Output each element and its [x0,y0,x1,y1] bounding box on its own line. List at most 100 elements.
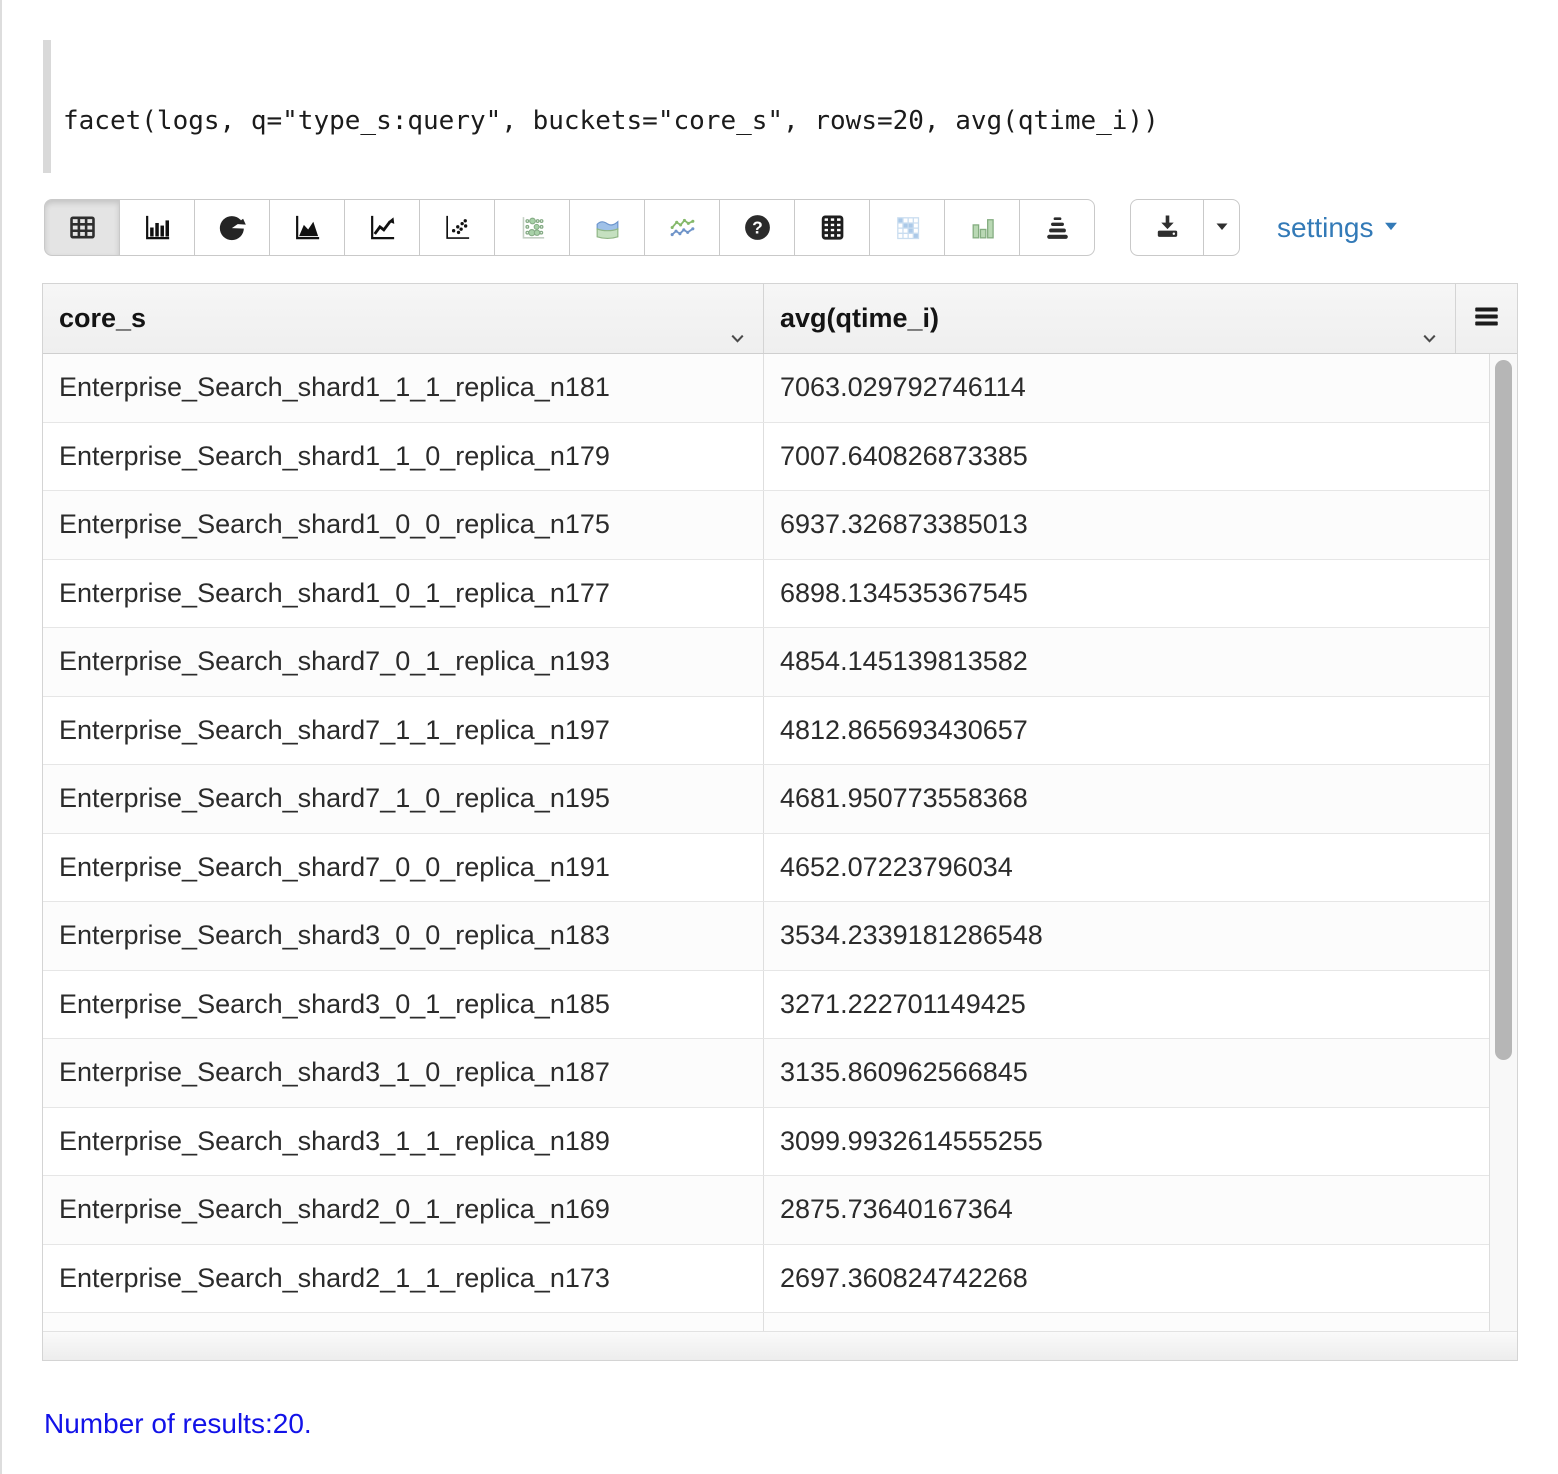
cell-avg_qtime_i: 6937.326873385013 [764,491,1489,559]
cell-core_s: Enterprise_Search_shard1_1_1_replica_n18… [43,354,764,422]
scrollbar-thumb[interactable] [1495,360,1512,1060]
cell-avg_qtime_i: 2875.73640167364 [764,1176,1489,1244]
table-row [43,1313,1489,1331]
settings-toggle[interactable]: settings [1277,212,1402,244]
table-row: Enterprise_Search_shard1_1_1_replica_n18… [43,354,1489,423]
chart-button-pie-chart[interactable] [194,199,270,256]
cell-core_s: Enterprise_Search_shard7_0_0_replica_n19… [43,834,764,902]
chart-button-line-chart[interactable] [344,199,420,256]
cell-core_s: Enterprise_Search_shard7_0_1_replica_n19… [43,628,764,696]
chart-button-funnel[interactable] [1019,199,1095,256]
table-row: Enterprise_Search_shard2_1_1_replica_n17… [43,1245,1489,1314]
cell-core_s: Enterprise_Search_shard1_0_0_replica_n17… [43,491,764,559]
multi-line-chart-icon [667,212,698,243]
table-row: Enterprise_Search_shard3_1_1_replica_n18… [43,1108,1489,1177]
cell-avg_qtime_i: 4681.950773558368 [764,765,1489,833]
chart-button-bar-chart[interactable] [119,199,195,256]
download-split-button [1130,199,1240,256]
vertical-scrollbar[interactable] [1489,354,1517,1331]
cell-avg_qtime_i: 3271.222701149425 [764,971,1489,1039]
table-row: Enterprise_Search_shard2_0_1_replica_n16… [43,1176,1489,1245]
table-body: Enterprise_Search_shard1_1_1_replica_n18… [43,354,1517,1331]
svg-text:?: ? [752,218,763,238]
cell-core_s: Enterprise_Search_shard3_1_0_replica_n18… [43,1039,764,1107]
cell-core_s: Enterprise_Search_shard2_1_1_replica_n17… [43,1245,764,1313]
caret-down-blue-icon [1380,212,1402,244]
code-editor[interactable]: facet(logs, q="type_s:query", buckets="c… [43,40,1518,173]
hamburger-icon [1473,303,1500,335]
download-format-caret-button[interactable] [1203,199,1240,256]
table-row: Enterprise_Search_shard7_1_0_replica_n19… [43,765,1489,834]
column-chart-icon [967,212,998,243]
table-row: Enterprise_Search_shard7_1_1_replica_n19… [43,697,1489,766]
cell-avg_qtime_i: 3534.2339181286548 [764,902,1489,970]
download-icon [1152,211,1183,245]
chart-button-scatter-chart[interactable] [419,199,495,256]
column-header-label: avg(qtime_i) [780,303,939,333]
caret-down-icon [1210,214,1234,241]
editor-gutter [43,40,51,173]
cell-core_s: Enterprise_Search_shard3_0_0_replica_n18… [43,902,764,970]
cell-core_s: Enterprise_Search_shard2_0_1_replica_n16… [43,1176,764,1244]
table-row: Enterprise_Search_shard1_1_0_replica_n17… [43,423,1489,492]
code-line[interactable]: facet(logs, q="type_s:query", buckets="c… [63,106,1159,136]
cell-core_s: Enterprise_Search_shard3_1_1_replica_n18… [43,1108,764,1176]
cell-avg_qtime_i: 7063.029792746114 [764,354,1489,422]
cell-core_s [43,1313,764,1331]
table-row: Enterprise_Search_shard3_0_0_replica_n18… [43,902,1489,971]
line-chart-icon [367,212,398,243]
cell-core_s: Enterprise_Search_shard3_0_1_replica_n18… [43,971,764,1039]
column-header-core_s[interactable]: core_s [43,284,764,353]
cell-avg_qtime_i: 2697.360824742268 [764,1245,1489,1313]
chart-button-data-grid[interactable] [794,199,870,256]
cell-avg_qtime_i: 3099.9932614555255 [764,1108,1489,1176]
chart-button-area-chart[interactable] [269,199,345,256]
result-toolbar: ? settings [44,199,1402,256]
chart-button-table[interactable] [44,199,120,256]
cell-core_s: Enterprise_Search_shard7_1_1_replica_n19… [43,697,764,765]
column-header-avg_qtime_i[interactable]: avg(qtime_i) [764,284,1456,353]
grid-menu-button[interactable] [1456,284,1517,353]
chart-button-help[interactable]: ? [719,199,795,256]
data-grid-icon [817,212,848,243]
cell-avg_qtime_i: 6898.134535367545 [764,560,1489,628]
stream-area-icon [592,212,623,243]
bubble-grid-icon [517,212,548,243]
settings-label: settings [1277,212,1374,244]
chart-button-bubble-grid[interactable] [494,199,570,256]
funnel-icon [1042,212,1073,243]
result-table: core_s avg(qtime_i) Enterprise_Search_sh… [42,283,1518,1361]
chart-button-column-chart[interactable] [944,199,1020,256]
table-body-rows: Enterprise_Search_shard1_1_1_replica_n18… [43,354,1489,1331]
table-row: Enterprise_Search_shard3_1_0_replica_n18… [43,1039,1489,1108]
cell-avg_qtime_i: 4812.865693430657 [764,697,1489,765]
cell-avg_qtime_i: 7007.640826873385 [764,423,1489,491]
cell-core_s: Enterprise_Search_shard7_1_0_replica_n19… [43,765,764,833]
heatmap-icon [892,212,923,243]
chart-type-toolbar: ? [44,199,1095,256]
table-row: Enterprise_Search_shard1_0_1_replica_n17… [43,560,1489,629]
cell-avg_qtime_i: 4652.07223796034 [764,834,1489,902]
cell-core_s: Enterprise_Search_shard1_0_1_replica_n17… [43,560,764,628]
chart-button-heatmap[interactable] [869,199,945,256]
table-row: Enterprise_Search_shard3_0_1_replica_n18… [43,971,1489,1040]
chart-button-multi-line-chart[interactable] [644,199,720,256]
cell-core_s: Enterprise_Search_shard1_1_0_replica_n17… [43,423,764,491]
cell-avg_qtime_i [764,1313,1489,1331]
pie-chart-icon [217,212,248,243]
table-row: Enterprise_Search_shard7_0_1_replica_n19… [43,628,1489,697]
help-icon: ? [742,212,773,243]
bar-chart-icon [142,212,173,243]
table-row: Enterprise_Search_shard7_0_0_replica_n19… [43,834,1489,903]
zeppelin-paragraph: FINISHED facet(logs, q="type_s:query", b… [0,0,1558,1474]
cell-avg_qtime_i: 4854.145139813582 [764,628,1489,696]
horizontal-scrollbar-track[interactable] [43,1331,1517,1360]
results-count: Number of results:20. [44,1408,312,1440]
cell-avg_qtime_i: 3135.860962566845 [764,1039,1489,1107]
table-icon [67,212,98,243]
scatter-chart-icon [442,212,473,243]
download-button[interactable] [1130,199,1204,256]
area-chart-icon [292,212,323,243]
chart-button-stream-area[interactable] [569,199,645,256]
table-row: Enterprise_Search_shard1_0_0_replica_n17… [43,491,1489,560]
